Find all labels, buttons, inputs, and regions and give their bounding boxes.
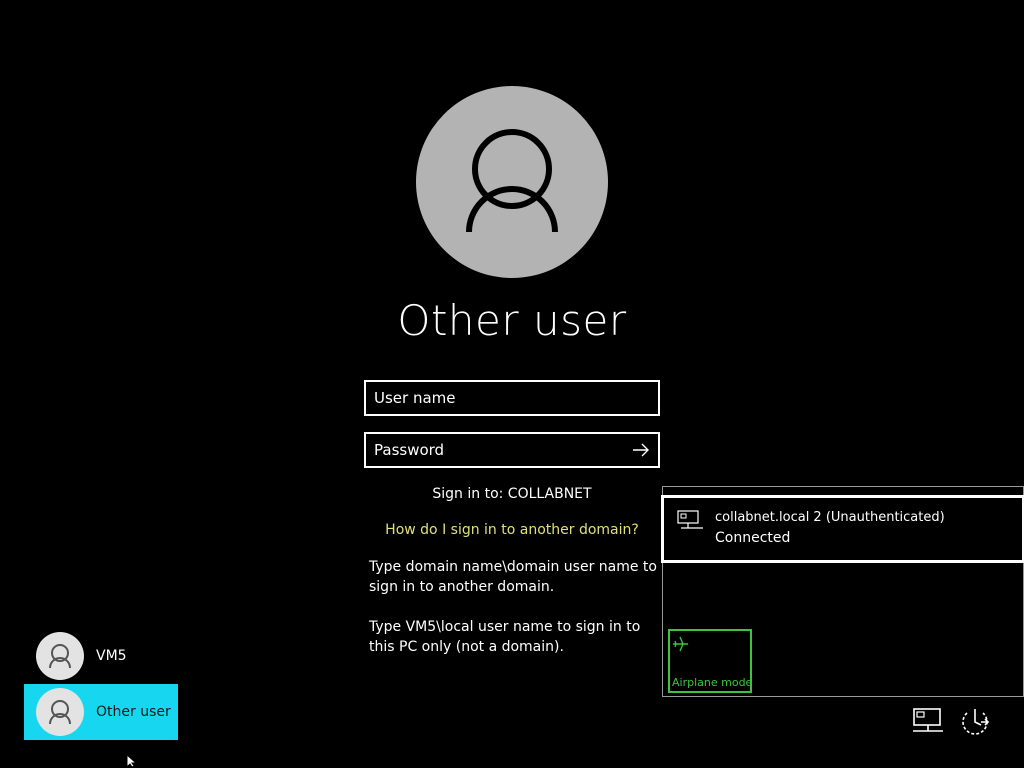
password-field[interactable] [364,432,660,468]
user-tile-avatar [36,632,84,680]
password-input[interactable] [366,434,628,466]
ethernet-icon [677,510,703,529]
network-flyout: collabnet.local 2 (Unauthenticated) Conn… [661,486,1024,697]
user-icon [466,129,558,233]
network-name: collabnet.local 2 (Unauthenticated) [715,510,945,525]
airplane-mode-label: Airplane mode [672,676,753,689]
user-icon [49,644,71,669]
network-icon[interactable] [910,706,946,736]
arrow-right-icon [633,443,649,457]
user-tile-label: VM5 [96,648,127,664]
username-field[interactable] [364,380,660,416]
user-tile-other-user[interactable]: Other user [24,684,178,740]
airplane-icon [673,636,688,652]
power-icon[interactable] [957,705,993,741]
submit-button[interactable] [628,438,654,462]
network-item[interactable]: collabnet.local 2 (Unauthenticated) Conn… [661,495,1024,563]
user-tile-vm5[interactable]: VM5 [24,628,178,684]
user-tile-label: Other user [96,704,171,720]
user-icon [49,700,71,725]
signin-domain-text: Sign in to: COLLABNET [432,486,592,502]
domain-help-text: Type domain name\domain user name to sig… [369,559,657,595]
lock-screen: Other user Sign in to: COLLABNET How do … [0,0,1024,768]
user-avatar [416,86,608,278]
local-help-text: Type VM5\local user name to sign in to t… [369,619,641,655]
network-status: Connected [715,530,791,546]
user-tile-avatar [36,688,84,736]
airplane-mode-toggle[interactable]: Airplane mode [668,629,752,693]
username-input[interactable] [366,382,658,414]
page-title: Other user [397,296,627,345]
other-domain-link[interactable]: How do I sign in to another domain? [364,522,660,538]
mouse-cursor-icon [126,754,138,768]
